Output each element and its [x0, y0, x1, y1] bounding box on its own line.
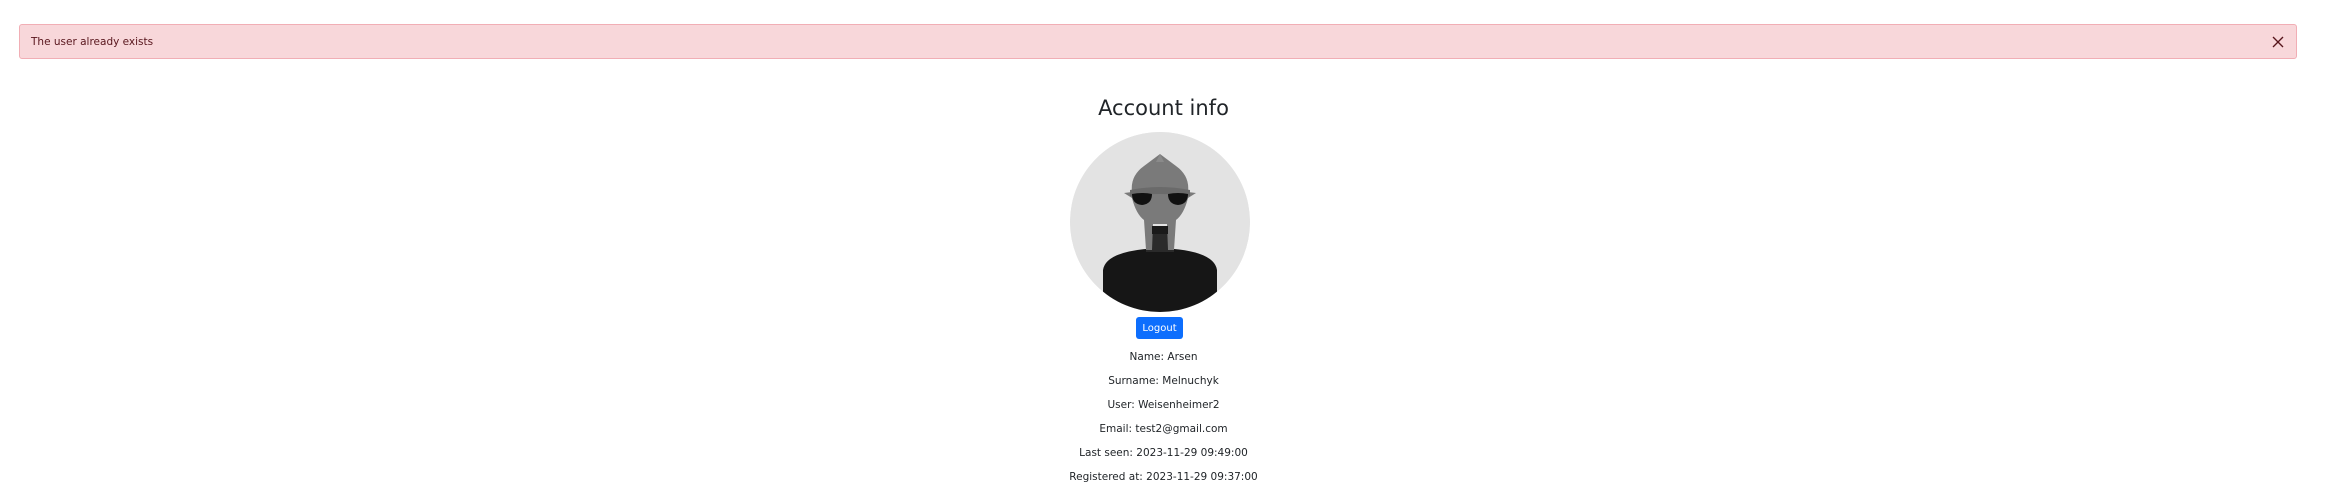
- avatar: [1070, 132, 1250, 312]
- page-title: Account info: [1098, 96, 1229, 120]
- surname-field: Surname: Melnuchyk: [1108, 375, 1219, 387]
- last-seen-field: Last seen: 2023-11-29 09:49:00: [1079, 447, 1248, 459]
- email-field: Email: test2@gmail.com: [1099, 423, 1228, 435]
- account-info-section: Account info Logout Name: Arsen Surname:…: [0, 0, 2327, 504]
- user-field: User: Weisenheimer2: [1107, 399, 1220, 411]
- masked-villain-avatar-icon: [1070, 132, 1250, 312]
- logout-button[interactable]: Logout: [1136, 317, 1183, 339]
- registered-at-field: Registered at: 2023-11-29 09:37:00: [1069, 471, 1258, 483]
- name-field: Name: Arsen: [1129, 351, 1198, 363]
